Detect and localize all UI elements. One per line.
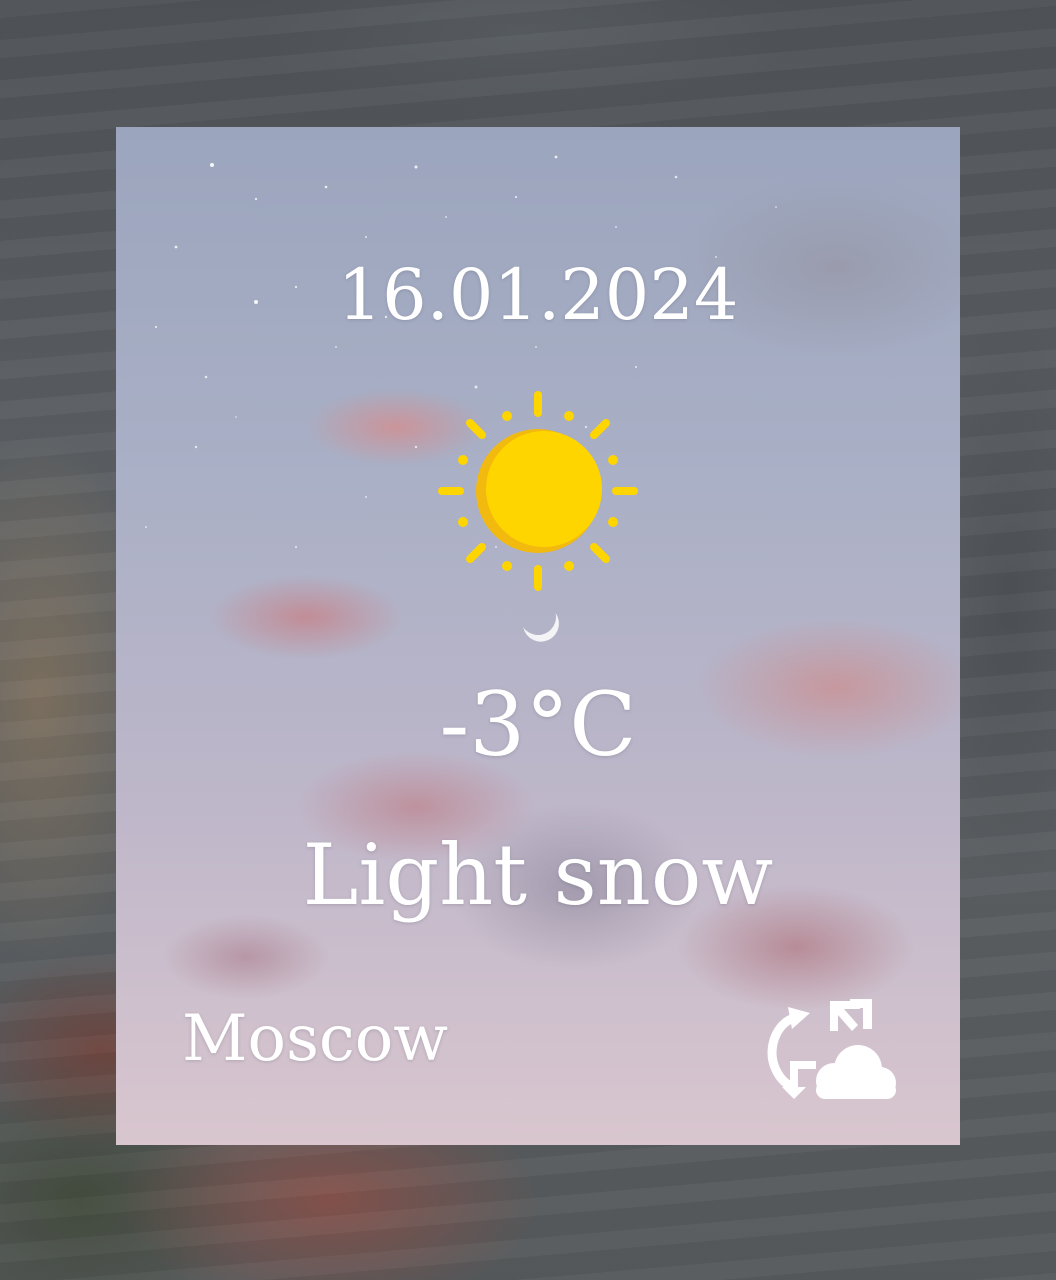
weather-condition-label: Light snow xyxy=(302,826,774,924)
refresh-weather-icon xyxy=(767,999,896,1099)
date-label: 16.01.2024 xyxy=(337,254,739,336)
city-label: Moscow xyxy=(182,1002,449,1076)
sun-icon xyxy=(438,391,638,591)
refresh-weather-button[interactable] xyxy=(762,999,898,1109)
temperature-label: -3°C xyxy=(439,673,637,776)
crescent-moon-decoration xyxy=(517,596,559,638)
weather-widget[interactable]: 16.01.2024 -3°C Light snow Moscow xyxy=(116,127,960,1145)
